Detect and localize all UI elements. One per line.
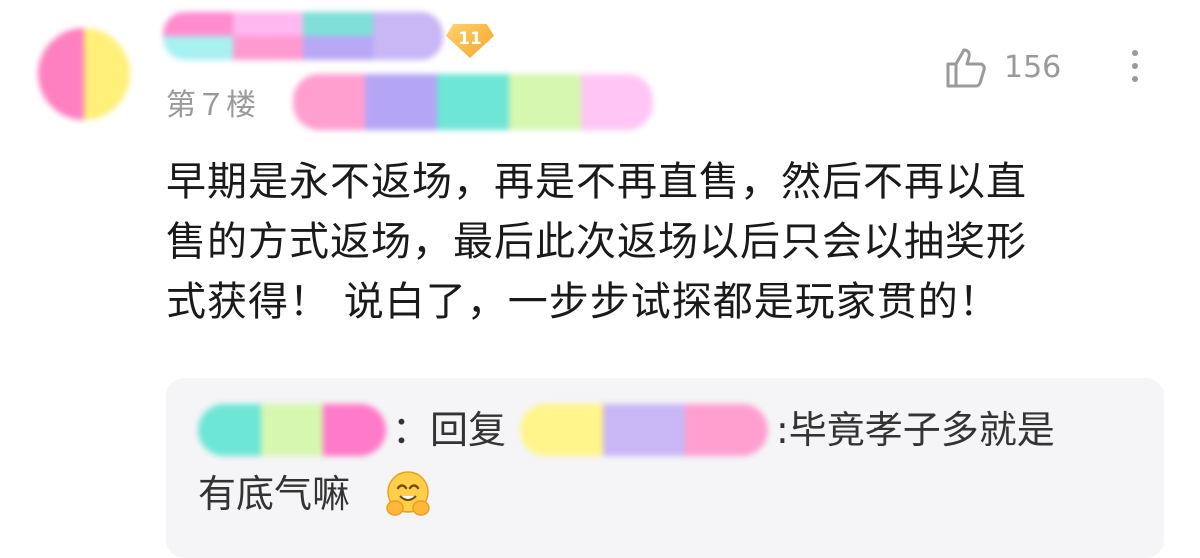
hugging-face-emoji-icon [386, 471, 430, 516]
reply-text-line1: :毕竟孝子多就是 [776, 408, 1055, 452]
username-obscured[interactable] [163, 12, 443, 60]
comment-text: 早期是永不返场，再是不再直售，然后不再以直 售的方式返场，最后此次返场以后只会以… [166, 152, 1166, 332]
reply-prefix: ：回复 [392, 408, 507, 452]
comment-line: 式获得！ 说白了，一步步试探都是玩家贯的！ [166, 279, 1000, 325]
more-options-icon[interactable] [1120, 44, 1150, 94]
reply-text-line2: 有底气嘛 [198, 472, 351, 516]
level-badge: 11 [446, 24, 494, 58]
thumbs-up-icon[interactable] [942, 44, 990, 92]
reply-target-obscured[interactable] [520, 404, 768, 456]
floor-label: 第７楼 [166, 88, 256, 123]
comment-line: 早期是永不返场，再是不再直售，然后不再以直 [166, 159, 1027, 205]
comment-line: 售的方式返场，最后此次返场以后只会以抽奖形 [166, 219, 1027, 265]
meta-info-obscured [293, 74, 653, 130]
user-avatar[interactable] [38, 28, 130, 120]
reply-author-obscured[interactable] [198, 404, 386, 456]
like-count: 156 [1004, 50, 1062, 85]
